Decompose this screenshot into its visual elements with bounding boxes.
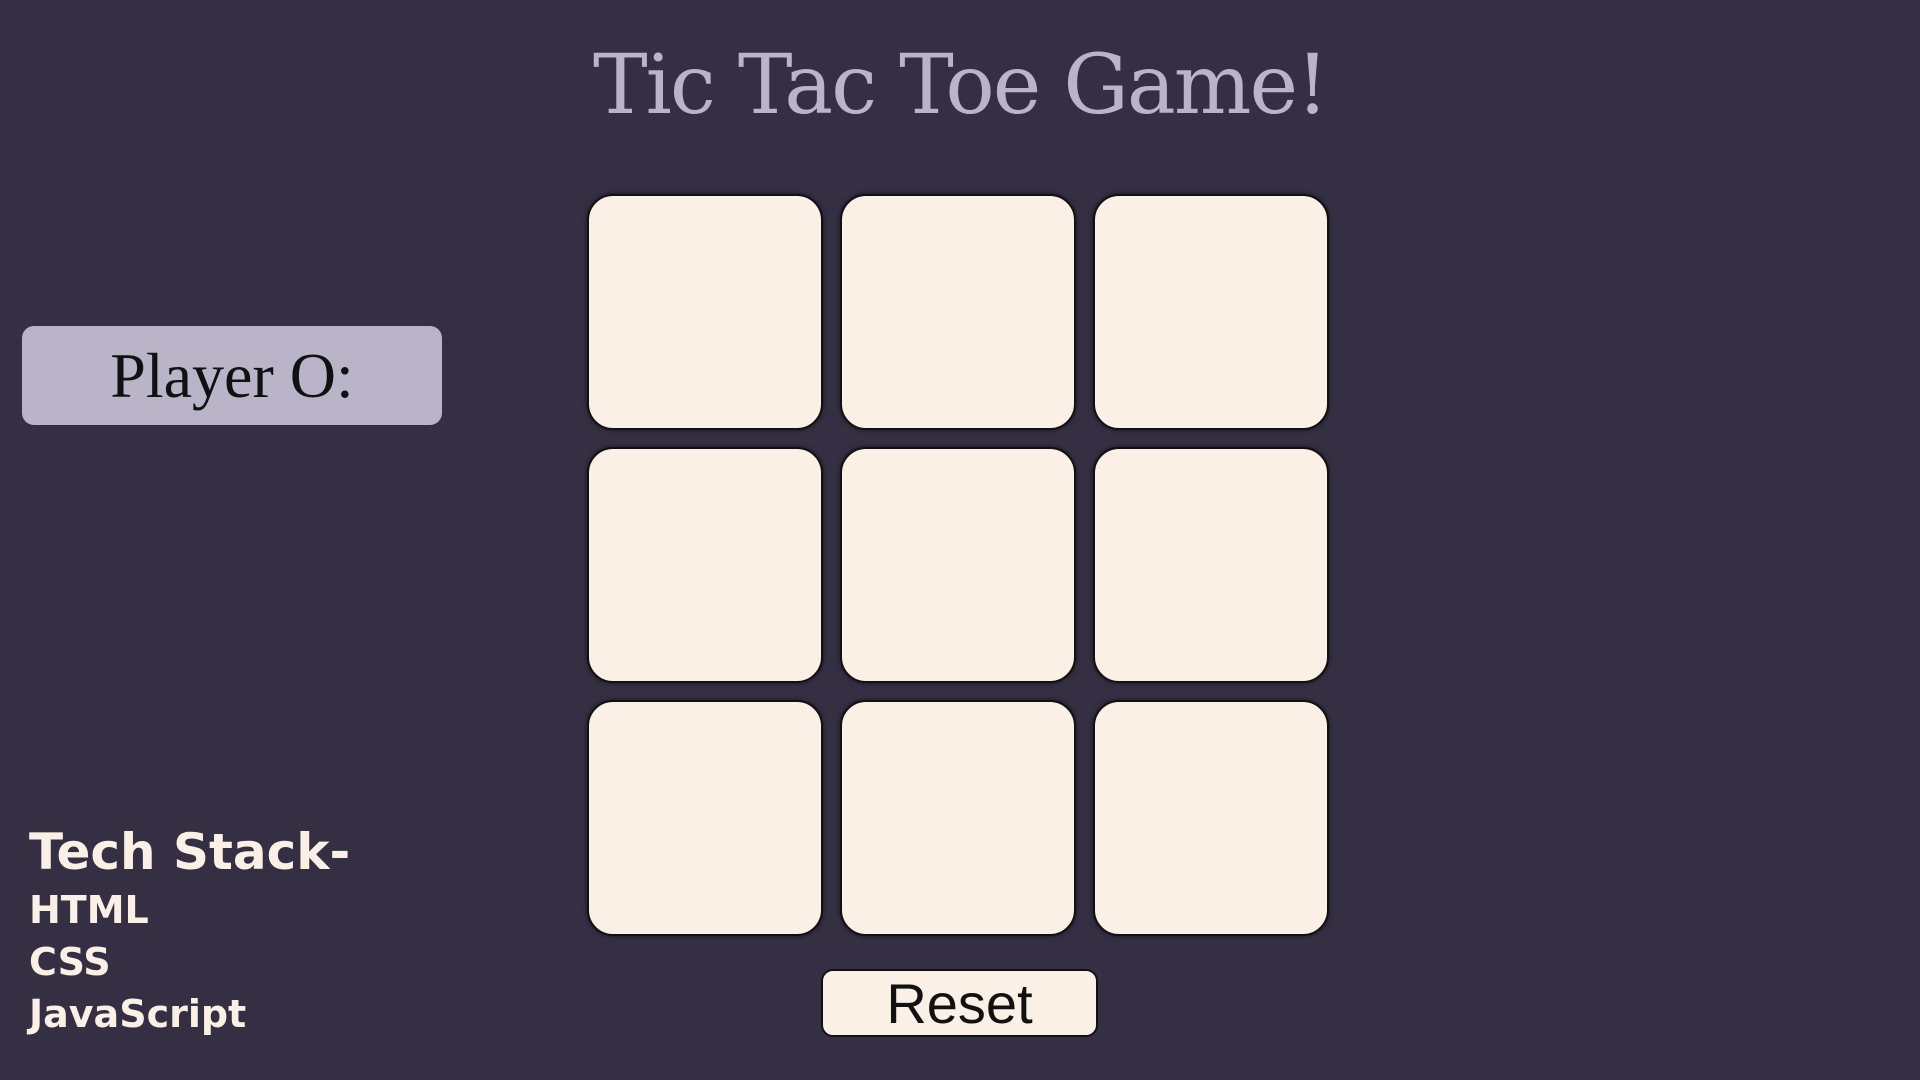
tech-stack: Tech Stack- HTML CSS JavaScript (29, 820, 350, 1040)
tech-stack-item: CSS (29, 940, 111, 984)
board-cell-2[interactable] (840, 194, 1076, 430)
board-cell-1[interactable] (587, 194, 823, 430)
board-cell-8[interactable] (840, 700, 1076, 936)
turn-indicator-label: Player O: (110, 339, 354, 411)
game-title: Tic Tac Toe Game! (592, 38, 1329, 133)
tech-stack-title: Tech Stack- (29, 823, 351, 881)
turn-indicator: Player O: (22, 326, 442, 425)
board-cell-5[interactable] (840, 447, 1076, 683)
tech-stack-item: HTML (29, 888, 149, 932)
game-board (587, 194, 1333, 940)
tech-stack-item: JavaScript (29, 992, 247, 1036)
board-cell-6[interactable] (1093, 447, 1329, 683)
tech-stack-list: HTML CSS JavaScript (29, 884, 350, 1040)
reset-button[interactable]: Reset (821, 969, 1098, 1037)
board-cell-7[interactable] (587, 700, 823, 936)
board-cell-4[interactable] (587, 447, 823, 683)
board-cell-9[interactable] (1093, 700, 1329, 936)
board-cell-3[interactable] (1093, 194, 1329, 430)
